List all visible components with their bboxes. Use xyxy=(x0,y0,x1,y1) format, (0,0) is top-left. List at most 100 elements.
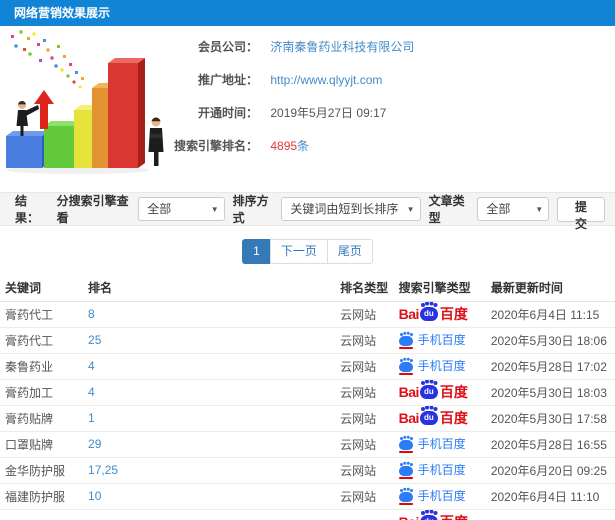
page-1-button[interactable]: 1 xyxy=(242,239,271,264)
growth-chart-svg xyxy=(6,30,164,174)
baidu-paw-icon: du xyxy=(419,511,438,520)
rank-type-cell: 云网站 xyxy=(335,431,394,458)
table-row: 膏药加工 4 云网站 Bai du 百度 2020年5月30日 18:03 xyxy=(0,379,615,406)
rank-type-cell: 云网站 xyxy=(335,483,394,510)
engine-cell: Bai du 百度 xyxy=(393,509,486,520)
col-header-keyword: 关键词 xyxy=(0,274,84,302)
rank-type-cell: 云网站 xyxy=(335,457,394,484)
engine-cell: 手机百度 xyxy=(393,483,486,510)
table-body: 膏药代工 8 云网站 Bai du 百度 2020年6月4日 11:15 膏药代… xyxy=(0,301,615,520)
mobile-baidu-paw-icon xyxy=(398,359,413,375)
page: 网络营销效果展示 会员公司： 济南秦鲁药业科技有限公司 推广地址： http:/… xyxy=(0,0,615,520)
table-row: 秦鲁药业 4 云网站 手机百度 2020年5月28日 17:02 xyxy=(0,353,615,380)
mobile-baidu-paw-icon xyxy=(398,489,413,505)
baidu-logo: Bai du 百度 xyxy=(399,511,468,520)
updated-cell: 2020年6月4日 11:10 xyxy=(485,483,615,510)
ranking-table: 关键词 排名 排名类型 搜索引擎类型 最新更新时间 膏药代工 8 云网站 Bai… xyxy=(0,274,615,520)
rank-type-cell: 云网站 xyxy=(335,405,394,432)
mobile-baidu-logo: 手机百度 xyxy=(398,331,466,349)
ranking-count-value: 4895 xyxy=(270,139,298,153)
rank-link[interactable]: 25 xyxy=(88,333,101,347)
ranking-count-label: 搜索引擎排名： xyxy=(173,139,258,153)
article-type-select[interactable]: 全部 ▼ xyxy=(477,197,550,221)
baidu-logo: Bai du 百度 xyxy=(398,407,468,426)
rank-link[interactable]: 8 xyxy=(88,307,95,321)
member-company-link[interactable]: 济南秦鲁药业科技有限公司 xyxy=(270,40,414,54)
results-label: 结果： xyxy=(15,194,40,225)
promo-url-link[interactable]: http://www.qlyyjt.com xyxy=(270,73,382,87)
mobile-baidu-logo: 手机百度 xyxy=(398,435,466,453)
engine-cell: 手机百度 xyxy=(393,327,486,354)
mobile-baidu-logo: 手机百度 xyxy=(398,487,466,505)
col-header-rank: 排名 xyxy=(83,274,336,302)
sort-filter-label: 排序方式 xyxy=(232,194,269,225)
rank-type-cell: 云网站 xyxy=(335,379,394,406)
rank-link[interactable]: 1 xyxy=(88,411,95,425)
confetti-dots xyxy=(11,30,84,89)
caret-down-icon: ▼ xyxy=(535,205,544,214)
table-row: 口罩贴牌 29 云网站 手机百度 2020年5月28日 16:55 xyxy=(0,431,615,458)
mobile-baidu-paw-icon xyxy=(398,333,413,349)
next-page-button[interactable]: 下一页 xyxy=(269,239,328,264)
engine-cell: Bai du 百度 xyxy=(393,379,486,406)
updated-cell: 2020年5月30日 18:03 xyxy=(485,379,615,406)
baidu-paw-icon: du xyxy=(419,381,438,399)
engine-cell: 手机百度 xyxy=(393,431,486,458)
table-row: 膏药代工 8 云网站 Bai du 百度 2020年6月4日 11:15 xyxy=(0,301,615,328)
promo-url-label: 推广地址： xyxy=(197,73,258,87)
baidu-logo: Bai du 百度 xyxy=(398,381,468,400)
baidu-paw-icon: du xyxy=(419,407,438,425)
ranking-count-unit: 条 xyxy=(297,139,310,153)
baidu-logo: Bai du 百度 xyxy=(398,303,468,322)
bar-red xyxy=(108,58,145,168)
rank-type-cell: 云网站 xyxy=(335,301,394,328)
rank-type-cell: 云网站 xyxy=(335,353,394,380)
keyword-cell: 口罩贴牌 xyxy=(0,431,84,458)
businessman-right xyxy=(148,117,164,166)
engine-cell: 手机百度 xyxy=(393,353,486,380)
rank-link[interactable]: 17,25 xyxy=(88,463,118,477)
page-title: 网络营销效果展示 xyxy=(14,6,111,20)
updated-cell: 2020年6月4日 11:15 xyxy=(485,301,615,328)
growth-chart-illustration xyxy=(0,26,172,178)
rank-type-cell: 云网站 xyxy=(335,327,394,354)
engine-filter-select[interactable]: 全部 ▼ xyxy=(138,197,225,221)
col-header-engine-type: 搜索引擎类型 xyxy=(393,274,486,302)
mobile-baidu-paw-icon xyxy=(398,437,413,453)
open-time-value: 2019年5月27日 09:17 xyxy=(270,106,387,120)
rank-type-cell xyxy=(335,509,394,520)
open-time-label: 开通时间： xyxy=(197,106,258,120)
article-type-label: 文章类型 xyxy=(428,194,465,225)
table-row: 金华防护服 17,25 云网站 手机百度 2020年6月20日 09:25 xyxy=(0,457,615,484)
caret-down-icon: ▼ xyxy=(210,205,219,214)
updated-cell xyxy=(485,509,615,520)
keyword-cell: 膏药加工 xyxy=(0,379,84,406)
mobile-baidu-paw-icon xyxy=(398,463,413,479)
table-row: 膏药代工 25 云网站 手机百度 2020年5月30日 18:06 xyxy=(0,327,615,354)
ranking-count-row: 搜索引擎排名： 4895条 xyxy=(172,137,414,154)
rank-link[interactable]: 4 xyxy=(88,385,95,399)
keyword-cell: 膏药贴牌 xyxy=(0,405,84,432)
businessman-left xyxy=(16,100,39,136)
filter-bar: 结果： 分搜索引擎查看 全部 ▼ 排序方式 关键词由短到长排序 ▼ 文章类型 全… xyxy=(0,192,615,231)
pagination: 1 下一页 尾页 xyxy=(0,239,615,264)
updated-cell: 2020年6月20日 09:25 xyxy=(485,457,615,484)
updated-cell: 2020年5月28日 17:02 xyxy=(485,353,615,380)
engine-cell: Bai du 百度 xyxy=(393,301,486,328)
keyword-cell: 金华防护服 xyxy=(0,457,84,484)
member-company-row: 会员公司： 济南秦鲁药业科技有限公司 xyxy=(172,38,414,55)
rank-link[interactable]: 10 xyxy=(88,489,101,503)
keyword-cell: 膏药代工 xyxy=(0,327,84,354)
last-page-button[interactable]: 尾页 xyxy=(326,239,373,264)
updated-cell: 2020年5月30日 18:06 xyxy=(485,327,615,354)
rank-link[interactable]: 4 xyxy=(88,359,95,373)
baidu-paw-icon: du xyxy=(419,303,438,321)
table-row: 福建防护服 10 云网站 手机百度 2020年6月4日 11:10 xyxy=(0,483,615,510)
rank-link[interactable]: 29 xyxy=(88,437,101,451)
submit-button[interactable]: 提交 xyxy=(557,196,605,231)
sort-filter-select[interactable]: 关键词由短到长排序 ▼ xyxy=(281,197,421,221)
app-header: 网络营销效果展示 xyxy=(0,0,615,26)
col-header-updated: 最新更新时间 xyxy=(485,274,615,302)
company-info: 会员公司： 济南秦鲁药业科技有限公司 推广地址： http://www.qlyy… xyxy=(172,26,414,184)
engine-cell: 手机百度 xyxy=(393,457,486,484)
